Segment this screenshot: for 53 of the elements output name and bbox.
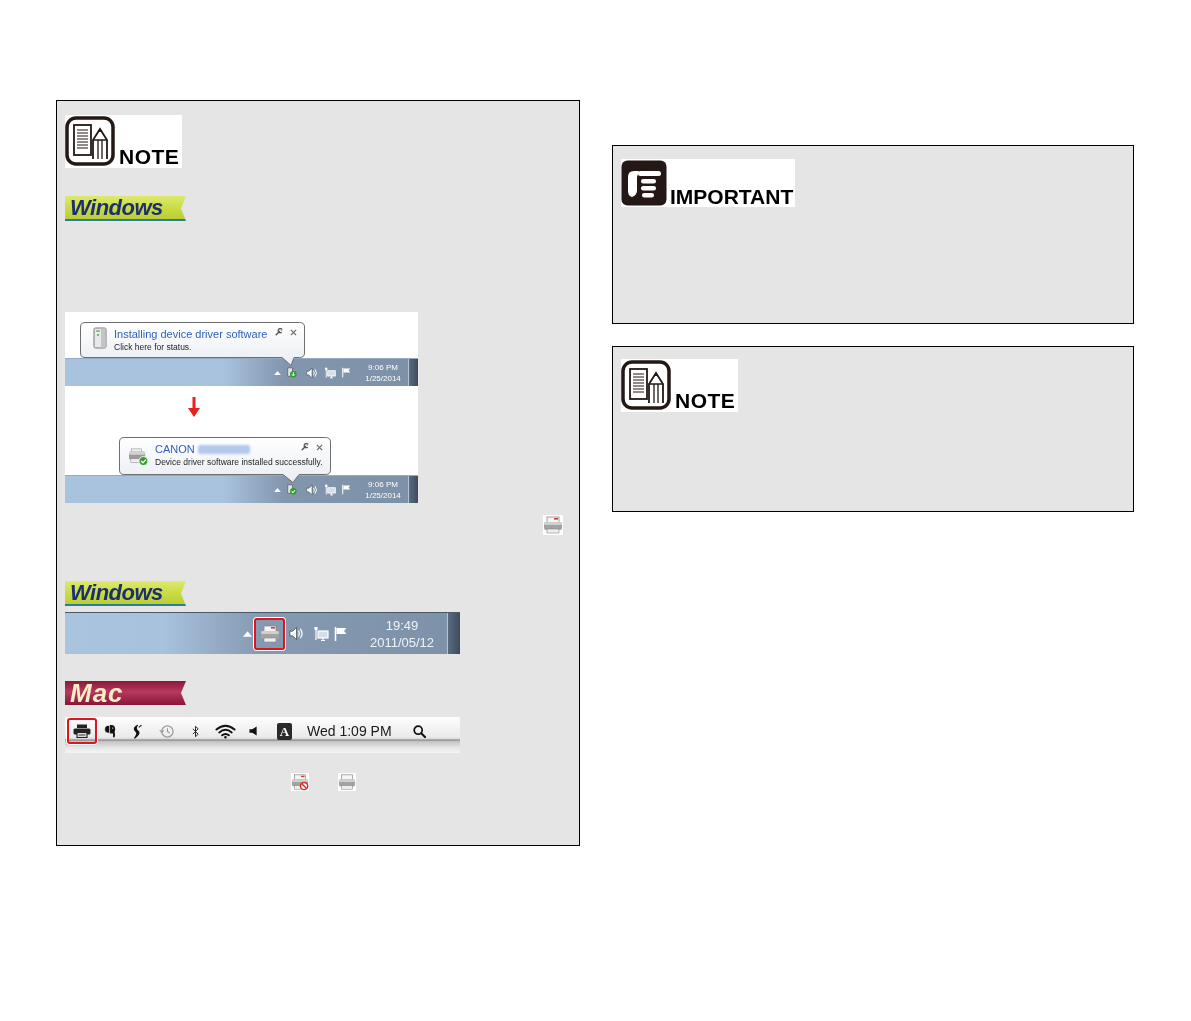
- printer-icon[interactable]: [73, 724, 91, 738]
- up-arrow-icon[interactable]: [274, 487, 281, 492]
- taskbar-date: 1/25/2014: [365, 372, 401, 384]
- taskbar-date: 2011/05/12: [369, 633, 435, 651]
- network-icon[interactable]: [324, 483, 336, 496]
- wrench-icon[interactable]: [275, 328, 283, 336]
- show-desktop-button[interactable]: [447, 613, 460, 654]
- scanner-icon: [338, 773, 356, 791]
- taskbar-time: 9:06 PM: [368, 361, 398, 373]
- search-icon[interactable]: [413, 724, 426, 738]
- wifi-icon[interactable]: [215, 723, 236, 739]
- close-icon[interactable]: [290, 328, 297, 336]
- notification-balloon[interactable]: CANON Device driver software installed successfully.: [119, 437, 331, 483]
- elephant-icon[interactable]: [104, 724, 116, 738]
- network-icon[interactable]: [313, 625, 329, 642]
- flag-icon[interactable]: [341, 367, 352, 378]
- input-source-menu[interactable]: A: [277, 722, 292, 740]
- bluetooth-icon[interactable]: [192, 724, 199, 738]
- balloon-message: Click here for status.: [114, 341, 192, 353]
- notification-balloon[interactable]: Installing device driver software Click here for status.: [80, 322, 305, 366]
- balloon-message: Device driver software installed successfully.: [155, 456, 323, 468]
- windows-banner: Windows: [65, 196, 186, 221]
- down-arrow-icon: [188, 397, 200, 417]
- windows-banner: Windows: [65, 581, 186, 606]
- scanner-offline-icon: [291, 773, 309, 791]
- network-icon[interactable]: [324, 366, 336, 379]
- up-arrow-icon[interactable]: [274, 370, 281, 375]
- heading-text: IMPORTANT: [670, 186, 794, 207]
- heading-text: NOTE: [119, 146, 180, 167]
- scanner-icon: [543, 515, 563, 535]
- flag-icon[interactable]: [333, 625, 349, 642]
- swirl-icon[interactable]: [131, 723, 142, 739]
- close-icon[interactable]: [316, 443, 323, 451]
- drive-check-icon[interactable]: [286, 484, 297, 495]
- taskbar-date: 1/25/2014: [365, 489, 401, 501]
- balloon-title: Installing device driver software: [114, 327, 268, 341]
- show-desktop-button[interactable]: [408, 476, 418, 503]
- clock-history-icon[interactable]: [159, 723, 174, 739]
- wrench-icon[interactable]: [301, 443, 309, 451]
- menu-bar-clock[interactable]: Wed 1:09 PM: [307, 722, 397, 740]
- taskbar-time: 9:06 PM: [368, 478, 398, 490]
- drive-download-icon[interactable]: [286, 367, 297, 378]
- heading-text: NOTE: [675, 390, 736, 411]
- balloon-title: CANON: [155, 442, 195, 456]
- show-desktop-button[interactable]: [408, 359, 418, 386]
- flag-icon[interactable]: [341, 484, 352, 495]
- computer-tower-icon: [92, 327, 108, 349]
- speaker-icon[interactable]: [249, 726, 258, 736]
- scanner-icon[interactable]: [259, 624, 280, 643]
- taskbar-time: 19:49: [385, 616, 419, 634]
- up-arrow-icon[interactable]: [243, 630, 252, 637]
- mac-banner: Mac: [65, 681, 186, 705]
- scanner-check-icon: [127, 448, 149, 466]
